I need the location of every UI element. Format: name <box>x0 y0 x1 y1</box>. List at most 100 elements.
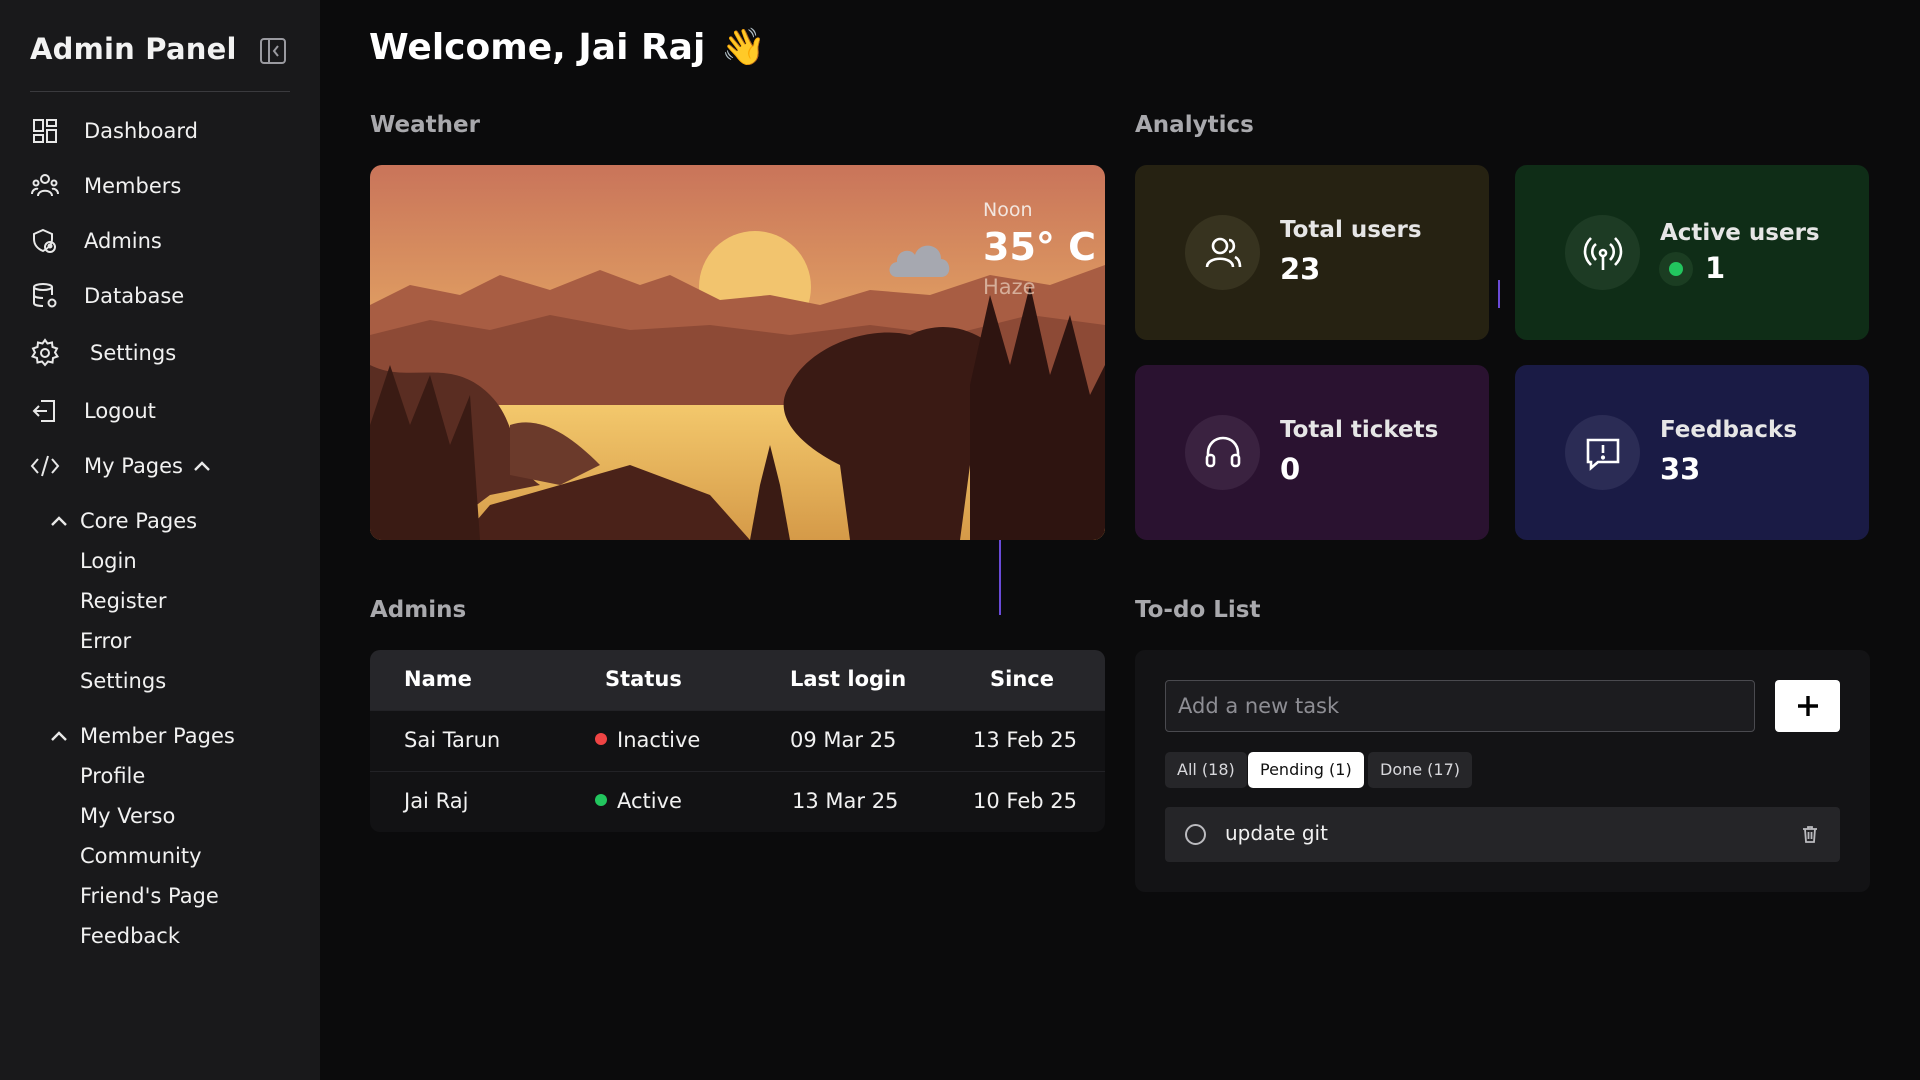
users-icon <box>1185 215 1260 290</box>
core-pages-label: Core Pages <box>80 509 198 533</box>
cloud-icon <box>885 233 955 283</box>
sidebar-link-register[interactable]: Register <box>80 584 166 618</box>
gear-icon <box>30 338 60 368</box>
sidebar-item-label: Settings <box>90 341 177 365</box>
admin-status: Inactive <box>595 728 700 752</box>
sidebar-item-members[interactable]: Members <box>30 166 300 206</box>
message-alert-icon <box>1565 415 1640 490</box>
table-row: Jai Raj Active 13 Mar 25 10 Feb 25 <box>370 771 1105 832</box>
decorative-line <box>999 540 1001 615</box>
sidebar-item-dashboard[interactable]: Dashboard <box>30 111 300 151</box>
todo-checkbox[interactable] <box>1185 824 1206 845</box>
broadcast-icon <box>1565 215 1640 290</box>
column-header-name: Name <box>404 667 472 691</box>
sidebar-item-label: My Pages <box>84 454 184 478</box>
card-value: 33 <box>1660 452 1701 486</box>
sidebar-item-label: Logout <box>84 399 156 423</box>
weather-condition: Haze <box>983 275 1036 299</box>
status-dot <box>595 733 607 745</box>
sidebar-link-my-verso[interactable]: My Verso <box>80 799 175 833</box>
members-icon <box>30 171 60 201</box>
sidebar-item-label: Dashboard <box>84 119 198 143</box>
admins-table: Name Status Last login Since Sai Tarun I… <box>370 650 1105 832</box>
card-value: 1 <box>1705 251 1726 285</box>
column-header-last-login: Last login <box>790 667 907 691</box>
wave-emoji: 👋 <box>721 27 767 68</box>
chevron-up-icon <box>50 515 68 527</box>
weather-section-title: Weather <box>370 112 480 138</box>
column-header-since: Since <box>990 667 1054 691</box>
admin-status: Active <box>595 789 682 813</box>
filter-pending[interactable]: Pending (1) <box>1248 752 1364 788</box>
brand-header: Admin Panel <box>30 28 290 92</box>
table-row: Sai Tarun Inactive 09 Mar 25 13 Feb 25 <box>370 710 1105 771</box>
analytics-card-active-users: Active users 1 <box>1515 165 1869 340</box>
card-label: Total users <box>1280 217 1422 243</box>
card-label: Active users <box>1660 220 1820 246</box>
sunset-landscape-image <box>370 165 1105 540</box>
database-icon <box>30 281 60 311</box>
page-title: Welcome, Jai Raj 👋 <box>369 26 766 68</box>
admin-shield-icon <box>30 226 60 256</box>
status-text: Inactive <box>617 728 701 752</box>
card-value: 0 <box>1280 452 1301 486</box>
plus-icon <box>1797 696 1818 716</box>
sidebar-item-my-pages[interactable]: My Pages <box>30 446 300 486</box>
card-label: Feedbacks <box>1660 417 1798 443</box>
sidebar-link-community[interactable]: Community <box>80 839 202 873</box>
column-header-status: Status <box>605 667 682 691</box>
sidebar-link-profile[interactable]: Profile <box>80 759 145 793</box>
analytics-card-feedbacks: Feedbacks 33 <box>1515 365 1869 540</box>
admin-name: Jai Raj <box>404 789 469 813</box>
welcome-text: Welcome, Jai Raj <box>369 27 706 68</box>
sidebar-link-login[interactable]: Login <box>80 544 137 578</box>
card-label: Total tickets <box>1280 417 1439 443</box>
sidebar-item-admins[interactable]: Admins <box>30 221 300 261</box>
sidebar-item-label: Admins <box>84 229 162 253</box>
todo-item: update git <box>1165 807 1840 862</box>
online-status-dot <box>1659 252 1693 286</box>
member-pages-toggle[interactable]: Member Pages <box>50 719 235 753</box>
chevron-up-icon[interactable] <box>193 460 211 472</box>
table-header: Name Status Last login Since <box>370 650 1105 710</box>
todo-card: All (18) Pending (1) Done (17) update gi… <box>1135 650 1870 892</box>
analytics-section-title: Analytics <box>1135 112 1254 138</box>
sidebar-item-label: Database <box>84 284 185 308</box>
core-pages-toggle[interactable]: Core Pages <box>50 504 197 538</box>
sidebar-link-friends-page[interactable]: Friend's Page <box>80 879 219 913</box>
new-task-input[interactable] <box>1165 680 1755 732</box>
headset-icon <box>1185 415 1260 490</box>
sidebar-item-logout[interactable]: Logout <box>30 391 300 431</box>
admin-since: 13 Feb 25 <box>973 728 1077 752</box>
admin-since: 10 Feb 25 <box>973 789 1077 813</box>
analytics-card-total-tickets: Total tickets 0 <box>1135 365 1489 540</box>
weather-time: Noon <box>983 199 1033 221</box>
status-text: Active <box>617 789 682 813</box>
filter-done[interactable]: Done (17) <box>1368 752 1473 788</box>
trash-icon[interactable] <box>1800 824 1820 848</box>
add-task-button[interactable] <box>1775 680 1840 732</box>
brand-title: Admin Panel <box>30 32 237 66</box>
status-dot <box>595 794 607 806</box>
sidebar-item-settings[interactable]: Settings <box>30 333 300 373</box>
weather-temperature: 35° C <box>983 225 1096 269</box>
logout-icon <box>30 396 60 426</box>
sidebar-item-database[interactable]: Database <box>30 276 300 316</box>
sidebar-link-settings-page[interactable]: Settings <box>80 664 166 698</box>
todo-section-title: To-do List <box>1135 597 1261 623</box>
filter-all[interactable]: All (18) <box>1165 752 1247 788</box>
admin-last-login: 09 Mar 25 <box>790 728 897 752</box>
decorative-line <box>1498 280 1500 308</box>
analytics-card-total-users: Total users 23 <box>1135 165 1489 340</box>
weather-card: Noon 35° C Haze <box>370 165 1105 540</box>
chevron-up-icon <box>50 730 68 742</box>
admin-name: Sai Tarun <box>404 728 501 752</box>
todo-text: update git <box>1225 821 1328 845</box>
sidebar-link-feedback[interactable]: Feedback <box>80 919 180 953</box>
code-icon <box>30 451 60 481</box>
sidebar-collapse-icon[interactable] <box>258 36 288 66</box>
admin-last-login: 13 Mar 25 <box>792 789 899 813</box>
dashboard-grid-icon <box>30 116 60 146</box>
sidebar-link-error[interactable]: Error <box>80 624 131 658</box>
admins-section-title: Admins <box>370 597 467 623</box>
